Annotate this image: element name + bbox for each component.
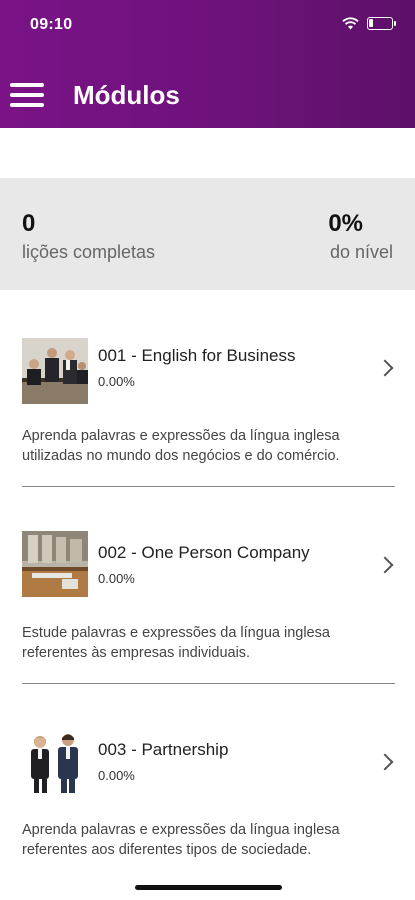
module-thumbnail [22, 338, 88, 404]
chevron-right-icon[interactable] [376, 359, 394, 377]
divider [22, 486, 395, 487]
module-title: 003 - Partnership [98, 740, 229, 759]
chevron-right-icon[interactable] [376, 753, 394, 771]
level-percent: 0% [328, 210, 363, 237]
battery-icon [367, 17, 396, 30]
module-description: Aprenda palavras e expressões da língua … [22, 820, 397, 860]
level-label: do nível [329, 242, 393, 262]
status-time: 09:10 [30, 16, 73, 33]
wifi-icon [342, 17, 359, 30]
module-description-line: referentes aos diferentes tipos de socie… [22, 842, 312, 858]
app-header: 09:10 Módulos [0, 0, 415, 128]
completed-lessons-count: 0 [22, 210, 36, 237]
chevron-right-icon[interactable] [376, 556, 394, 574]
status-bar: 09:10 [0, 0, 415, 50]
module-description-line: utilizadas no mundo dos negócios e do co… [22, 448, 340, 464]
hamburger-menu-icon[interactable] [10, 80, 46, 110]
module-description: Aprenda palavras e expressões da língua … [22, 426, 397, 466]
completed-lessons-label: lições completas [22, 242, 156, 262]
module-item[interactable]: 001 - English for Business 0.00% Aprenda… [0, 330, 415, 500]
module-description-line: Aprenda palavras e expressões da língua … [22, 428, 340, 444]
divider [22, 683, 395, 684]
page-title: Módulos [73, 80, 180, 110]
module-description-line: referentes às empresas individuais. [22, 645, 251, 661]
module-thumbnail [22, 728, 88, 794]
module-title: 002 - One Person Company [98, 543, 310, 562]
module-description-line: Estude palavras e expressões da língua i… [22, 625, 330, 641]
module-item[interactable]: 003 - Partnership 0.00% Aprenda palavras… [0, 724, 415, 894]
home-indicator[interactable] [135, 885, 282, 890]
status-icons [342, 17, 396, 30]
module-title: 001 - English for Business [98, 346, 296, 365]
module-description: Estude palavras e expressões da língua i… [22, 623, 397, 663]
module-item[interactable]: 002 - One Person Company 0.00% Estude pa… [0, 527, 415, 697]
module-progress: 0.00% [98, 374, 135, 389]
module-progress: 0.00% [98, 768, 135, 783]
module-thumbnail [22, 531, 88, 597]
progress-summary: 0 lições completas 0% do nível [0, 178, 415, 290]
module-progress: 0.00% [98, 571, 135, 586]
module-description-line: Aprenda palavras e expressões da língua … [22, 822, 340, 838]
